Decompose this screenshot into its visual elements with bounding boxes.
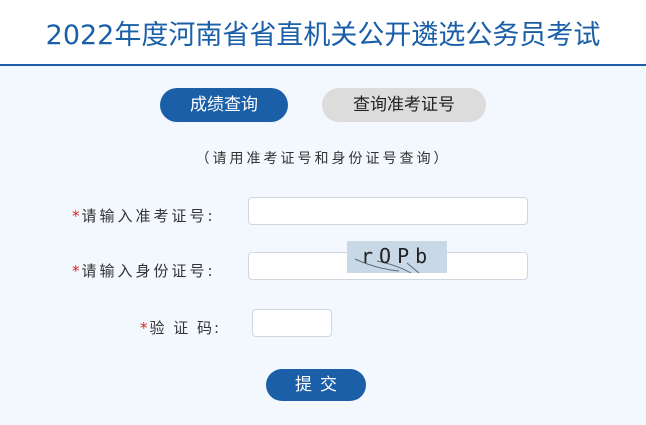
captcha-input[interactable]	[252, 309, 332, 337]
submit-button[interactable]: 提交	[266, 369, 366, 401]
id-card-label: * 请输入身份证号:	[72, 260, 216, 281]
exam-id-label: * 请输入准考证号:	[72, 205, 216, 226]
captcha-label-text: 验 证 码:	[149, 319, 222, 337]
required-mark: *	[72, 262, 80, 280]
exam-id-label-text: 请输入准考证号:	[81, 207, 216, 225]
query-hint: （请用准考证号和身份证号查询）	[195, 151, 451, 167]
tab-score-query[interactable]: 成绩查询	[160, 88, 288, 122]
page-title: 2022年度河南省省直机关公开遴选公务员考试	[45, 20, 601, 51]
captcha-label: * 验 证 码:	[140, 317, 221, 338]
tab-admission-number-query[interactable]: 查询准考证号	[322, 88, 486, 122]
exam-id-input[interactable]	[248, 197, 528, 225]
required-mark: *	[72, 207, 80, 225]
id-card-label-text: 请输入身份证号:	[81, 262, 216, 280]
query-panel: 成绩查询 查询准考证号 （请用准考证号和身份证号查询） * 请输入准考证号: * 请…	[0, 66, 646, 425]
page-header: 2022年度河南省省直机关公开遴选公务员考试	[0, 0, 646, 66]
captcha-text: rOPb	[361, 244, 434, 268]
captcha-image[interactable]: rOPb	[347, 241, 447, 273]
required-mark: *	[140, 319, 148, 337]
